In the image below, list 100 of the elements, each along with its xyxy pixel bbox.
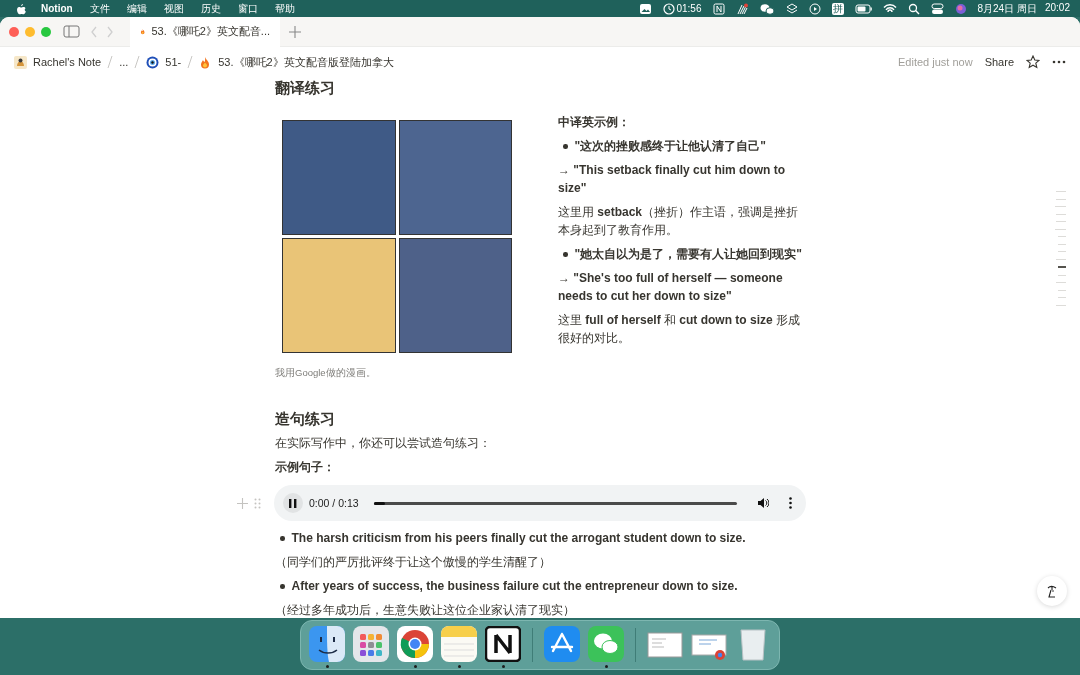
battery-icon[interactable] <box>854 2 872 15</box>
drag-handle-icon[interactable] <box>254 497 261 509</box>
edited-status: Edited just now <box>898 56 973 68</box>
search-icon[interactable] <box>907 2 920 15</box>
menu-bar-clock[interactable]: 20:02 <box>1044 1 1070 16</box>
bullet-icon <box>280 584 285 589</box>
finder-icon[interactable] <box>309 626 345 662</box>
outline-marker[interactable] <box>1058 289 1066 291</box>
app-grid-icon[interactable] <box>353 626 389 662</box>
stripes-icon[interactable] <box>735 2 749 15</box>
audio-progress-track[interactable] <box>373 501 737 505</box>
paragraph: 这里用 setback（挫折）作主语，强调是挫折本身起到了教育作用。 <box>558 204 800 239</box>
section-heading: 造句练习 <box>275 409 336 429</box>
ai-assistant-button[interactable] <box>1037 576 1067 606</box>
slash-separator-icon <box>107 56 114 68</box>
running-indicator <box>325 665 329 668</box>
running-indicator <box>457 665 461 668</box>
image-caption: 我用Google做的漫画。 <box>275 366 377 380</box>
image-icon[interactable] <box>639 2 653 15</box>
bullet-text: "她太自以为是了，需要有人让她回到现实" <box>574 246 802 263</box>
volume-icon[interactable] <box>757 497 769 509</box>
audio-time: 0:00 / 0:13 <box>309 497 359 509</box>
wifi-icon[interactable] <box>882 3 897 14</box>
breadcrumb-link[interactable]: ... <box>119 56 129 68</box>
outline-marker[interactable] <box>1056 213 1066 215</box>
bullet-text: "这次的挫败感终于让他认清了自己" <box>574 138 766 155</box>
plus-icon[interactable] <box>288 24 302 39</box>
app-store-icon[interactable] <box>544 626 580 662</box>
plus-icon[interactable] <box>237 497 248 509</box>
sidebar-icon[interactable] <box>63 25 80 38</box>
menu-item[interactable]: 窗口 <box>237 1 258 16</box>
paragraph: 在实际写作中，你还可以尝试造句练习： <box>275 435 492 452</box>
outline-marker[interactable] <box>1058 251 1066 252</box>
apple-menu-icon[interactable] <box>14 2 27 15</box>
outline-marker[interactable] <box>1058 274 1066 276</box>
app-menu[interactable]: Notion <box>41 3 73 14</box>
more-icon[interactable] <box>1052 60 1066 64</box>
menu-item[interactable]: 视图 <box>163 1 184 16</box>
pause-button[interactable] <box>283 493 303 513</box>
paragraph: 这里 full of herself 和 cut down to size 形成很好的对比。 <box>558 312 802 347</box>
browser-tab[interactable]: 53.《哪吒2》英文配音... <box>130 17 280 47</box>
bullet-icon <box>563 144 568 149</box>
section-heading: 翻译练习 <box>275 78 336 98</box>
outline-marker[interactable] <box>1056 198 1066 200</box>
menu-item[interactable]: 编辑 <box>126 1 147 16</box>
running-indicator <box>413 665 417 668</box>
chat-bubbles-icon[interactable] <box>759 2 775 15</box>
outline-marker[interactable] <box>1056 221 1066 222</box>
breadcrumb-link[interactable]: Rachel's Note <box>33 56 102 68</box>
outline-marker[interactable] <box>1056 304 1066 306</box>
menu-item[interactable]: 历史 <box>200 1 221 16</box>
outline-marker[interactable] <box>1056 282 1066 283</box>
menu-item[interactable]: 帮助 <box>274 1 295 16</box>
label-text: 示例句子： <box>275 459 336 476</box>
outline-marker[interactable] <box>1056 258 1066 260</box>
breadcrumb-link[interactable]: 53.《哪吒2》英文配音版登陆加拿大 <box>218 54 394 70</box>
outline-marker[interactable] <box>1058 243 1066 245</box>
clock-icon[interactable] <box>663 2 676 15</box>
outline-marker[interactable] <box>1056 191 1066 192</box>
label-text: 中译英示例： <box>558 114 631 131</box>
eye-icon <box>146 55 160 69</box>
outline-marker[interactable] <box>1055 206 1066 207</box>
menu-item[interactable]: 文件 <box>89 1 110 16</box>
siri-icon[interactable] <box>954 2 967 15</box>
timer-text[interactable]: 01:56 <box>676 3 702 14</box>
outline-marker[interactable] <box>1058 236 1066 237</box>
bullet-text: After years of success, the business failure cut the entrepreneur down to size. <box>291 578 738 595</box>
avatar-icon <box>14 55 27 69</box>
translation-text: → "This setback finally cut him down to size" <box>558 162 787 197</box>
slash-separator-icon <box>134 56 141 68</box>
slash-separator-icon <box>187 56 194 68</box>
share-button[interactable]: Share <box>984 56 1014 68</box>
control-center-icon[interactable] <box>930 2 944 15</box>
bullet-icon <box>563 252 568 257</box>
bullet-text: The harsh criticism from his peers finally cut the arrogant student down to size. <box>291 530 746 547</box>
pause-icon <box>289 498 297 508</box>
outline-marker[interactable] <box>1058 266 1066 268</box>
breadcrumb-link[interactable]: 51- <box>165 56 182 68</box>
play-circle-icon[interactable] <box>808 2 821 15</box>
paragraph: （同学们的严厉批评终于让这个傲慢的学生清醒了） <box>275 554 552 571</box>
input-method-indicator[interactable]: 拼 <box>831 2 844 15</box>
layers-icon[interactable] <box>785 2 798 15</box>
notes-icon[interactable] <box>441 626 477 662</box>
chat-bubbles-icon[interactable] <box>588 626 624 662</box>
running-indicator <box>604 665 608 668</box>
browser-icon[interactable] <box>397 626 433 662</box>
translation-text: → "She's too full of herself — someone needs to cut her down to size" <box>558 270 784 305</box>
notion-app-icon[interactable] <box>485 626 521 662</box>
zoom-button[interactable] <box>41 26 51 37</box>
bullet-icon <box>280 536 285 541</box>
notion-status-icon[interactable] <box>712 2 725 15</box>
outline-marker[interactable] <box>1058 297 1066 298</box>
close-button[interactable] <box>9 26 19 37</box>
minimize-button[interactable] <box>25 26 35 37</box>
star-icon[interactable] <box>1026 55 1040 69</box>
more-options-icon[interactable] <box>789 497 792 509</box>
menu-bar-date[interactable]: 8月24日 周日 <box>977 1 1037 16</box>
paragraph: （经过多年成功后，生意失败让这位企业家认清了现实） <box>275 602 576 618</box>
running-indicator <box>501 665 505 668</box>
outline-marker[interactable] <box>1055 228 1066 230</box>
